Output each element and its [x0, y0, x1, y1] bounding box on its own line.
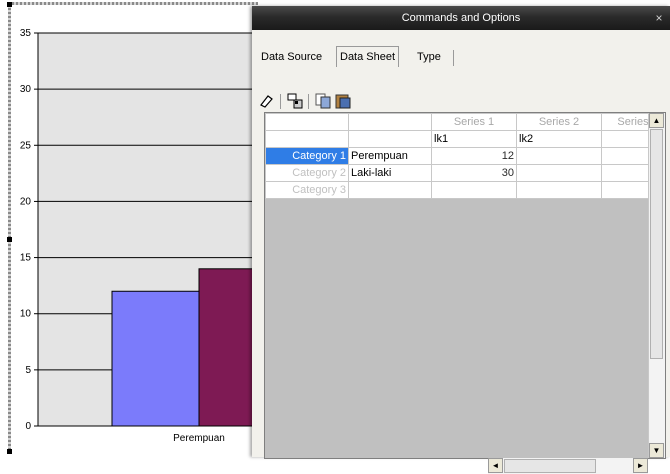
- vertical-scroll-thumb[interactable]: [650, 129, 663, 359]
- y-tick-label: 5: [25, 365, 31, 376]
- scroll-right-icon[interactable]: ►: [633, 458, 648, 473]
- category-label-cell[interactable]: [348, 181, 432, 199]
- copy-icon[interactable]: [314, 92, 332, 110]
- close-icon[interactable]: ×: [652, 6, 666, 30]
- value-cell[interactable]: [431, 181, 517, 199]
- horizontal-scrollbar[interactable]: ◄ ►: [488, 458, 648, 474]
- scroll-down-icon[interactable]: ▼: [649, 443, 664, 458]
- table-row: Series 1 Series 2 Series: [265, 113, 665, 131]
- series-name-cell[interactable]: lk1: [431, 130, 517, 148]
- dialog-body: Data Source Data Sheet Type Series 1 Ser…: [252, 30, 670, 474]
- cell[interactable]: [348, 130, 432, 148]
- y-tick-label: 20: [20, 196, 32, 207]
- tab-data-sheet[interactable]: Data Sheet: [336, 46, 400, 67]
- value-cell[interactable]: 14: [516, 147, 602, 165]
- corner-cell[interactable]: [265, 113, 349, 131]
- table-row: Category 2 Laki-laki 30 25: [265, 164, 665, 182]
- x-tick-label: Perempuan: [173, 433, 225, 444]
- y-tick-label: 30: [20, 84, 32, 95]
- row-header-category-2[interactable]: Category 2: [265, 164, 349, 182]
- y-tick-label: 35: [20, 28, 32, 39]
- data-sheet-grid: Series 1 Series 2 Series lk1 lk2 Categor…: [264, 112, 666, 459]
- bar-lk1-Perempuan: [111, 290, 200, 427]
- value-cell[interactable]: 12: [431, 147, 517, 165]
- column-header-labels[interactable]: [348, 113, 432, 131]
- y-tick-label: 25: [20, 140, 32, 151]
- import-data-icon[interactable]: [286, 92, 304, 110]
- value-cell[interactable]: [516, 181, 602, 199]
- series-name-cell[interactable]: lk2: [516, 130, 602, 148]
- eraser-icon[interactable]: [258, 92, 276, 110]
- vertical-scrollbar[interactable]: ▲ ▼: [648, 113, 665, 458]
- dialog-titlebar[interactable]: Commands and Options ×: [252, 6, 670, 30]
- column-header-series-2[interactable]: Series 2: [516, 113, 602, 131]
- tab-divider: [453, 50, 454, 66]
- value-cell[interactable]: 25: [516, 164, 602, 182]
- table-row: Category 3: [265, 181, 665, 199]
- scroll-left-icon[interactable]: ◄: [488, 458, 503, 473]
- y-tick-label: 10: [20, 309, 32, 320]
- category-label-cell[interactable]: Perempuan: [348, 147, 432, 165]
- commands-and-options-dialog: Commands and Options × Data Source Data …: [252, 6, 670, 474]
- paste-icon[interactable]: [334, 92, 352, 110]
- value-cell[interactable]: 30: [431, 164, 517, 182]
- category-label-cell[interactable]: Laki-laki: [348, 164, 432, 182]
- table-row: Category 1 Perempuan 12 14: [265, 147, 665, 165]
- y-tick-label: 15: [20, 253, 32, 264]
- dialog-title: Commands and Options: [401, 12, 521, 24]
- table-row: lk1 lk2: [265, 130, 665, 148]
- y-tick-label: 0: [25, 421, 31, 432]
- column-header-series-1[interactable]: Series 1: [431, 113, 517, 131]
- toolbar-separator: [308, 94, 309, 109]
- toolbar-separator: [280, 94, 281, 109]
- row-header-category-3[interactable]: Category 3: [265, 181, 349, 199]
- tab-data-source[interactable]: Data Source: [258, 48, 325, 66]
- scroll-up-icon[interactable]: ▲: [649, 113, 664, 128]
- data-sheet-table: Series 1 Series 2 Series lk1 lk2 Categor…: [265, 113, 665, 199]
- cell[interactable]: [265, 130, 349, 148]
- tab-type[interactable]: Type: [414, 48, 444, 66]
- row-header-category-1[interactable]: Category 1: [265, 147, 349, 165]
- horizontal-scroll-thumb[interactable]: [504, 459, 596, 473]
